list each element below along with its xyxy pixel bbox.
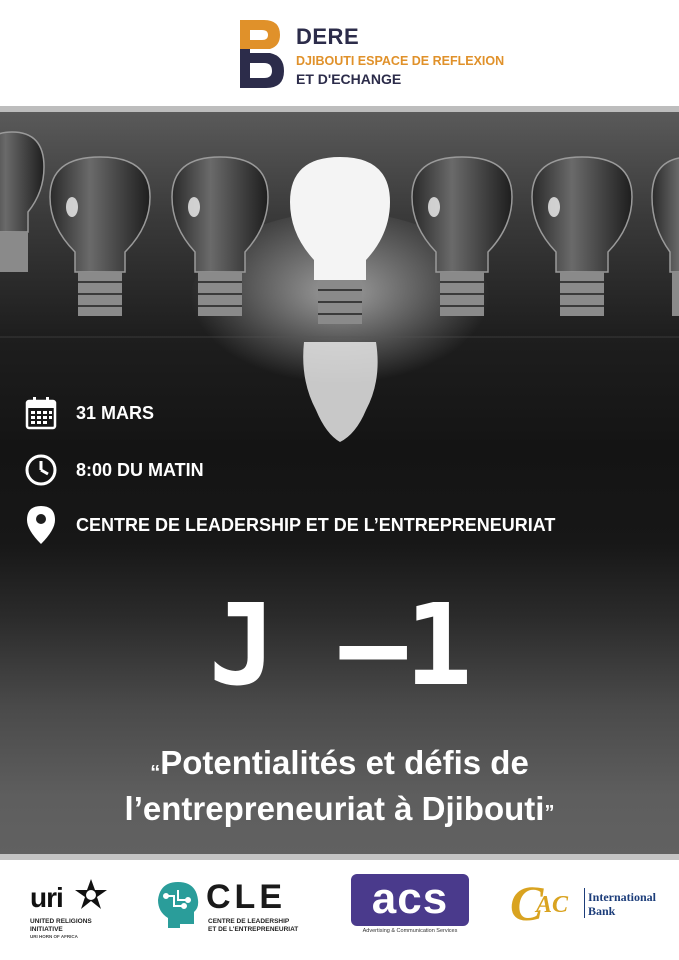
cac-line2: Bank: [588, 904, 616, 918]
location-pin-icon: [24, 506, 58, 544]
quote-line1: Potentialités et défis de: [160, 744, 529, 781]
event-date: 31 MARS: [76, 402, 155, 423]
clock-icon: [24, 452, 58, 488]
cle-line1: CENTRE DE LEADERSHIP: [208, 918, 290, 925]
uri-line2: INITIATIVE: [30, 926, 63, 933]
cle-wordmark: CLE: [206, 878, 286, 916]
event-date-row: 31 MARS: [24, 395, 154, 431]
uri-line1: UNITED RELIGIONS: [30, 918, 92, 925]
dere-logo-icon: [240, 20, 284, 88]
uri-logo: uri UNITED RELIGIONS INITIATIVE URI HORN…: [30, 878, 130, 939]
acs-tagline: Advertising & Communication Services: [362, 928, 458, 934]
quote-close: ”: [544, 802, 555, 824]
hero-banner: 31 MARS 8:00 DU MATIN CENTRE DE LEADERSH…: [0, 112, 679, 856]
brand-name: DERE: [296, 24, 360, 49]
head-profile-icon: [158, 882, 199, 928]
calendar-icon: [24, 395, 58, 431]
cac-line1: International: [588, 890, 657, 904]
acs-wordmark: acs: [371, 874, 449, 923]
brand-subtitle-line2: ET D'ECHANGE: [296, 71, 402, 87]
event-time-row: 8:00 DU MATIN: [24, 452, 204, 488]
event-time: 8:00 DU MATIN: [76, 459, 204, 480]
cac-mark-ac: AC: [536, 892, 569, 918]
countdown-title: J –1: [208, 581, 473, 711]
cac-divider: [584, 888, 585, 918]
quote-line2: l’entrepreneuriat à Djibouti: [124, 790, 545, 827]
uri-wordmark: uri: [30, 882, 64, 913]
star-icon: [75, 879, 107, 909]
event-location-row: CENTRE DE LEADERSHIP ET DE L’ENTREPRENEU…: [24, 506, 556, 544]
quote-open: “: [150, 762, 161, 784]
brand-subtitle-line1: DJIBOUTI ESPACE DE REFLEXION: [296, 54, 505, 68]
header: DERE DJIBOUTI ESPACE DE REFLEXION ET D'E…: [0, 0, 679, 106]
partners-footer: uri UNITED RELIGIONS INITIATIVE URI HORN…: [0, 860, 679, 960]
cle-line2: ET DE L'ENTREPRENEURIAT: [208, 926, 299, 933]
uri-line3: URI HORN OF AFRICA: [30, 934, 78, 939]
event-theme-quote: “Potentialités et défis de l’entrepreneu…: [0, 740, 679, 832]
event-location: CENTRE DE LEADERSHIP ET DE L’ENTREPRENEU…: [76, 514, 556, 535]
cac-bank-logo: C AC International Bank: [510, 875, 660, 938]
acs-logo: acs Advertising & Communication Services: [351, 874, 469, 940]
cle-logo: CLE CENTRE DE LEADERSHIP ET DE L'ENTREPR…: [156, 878, 306, 938]
